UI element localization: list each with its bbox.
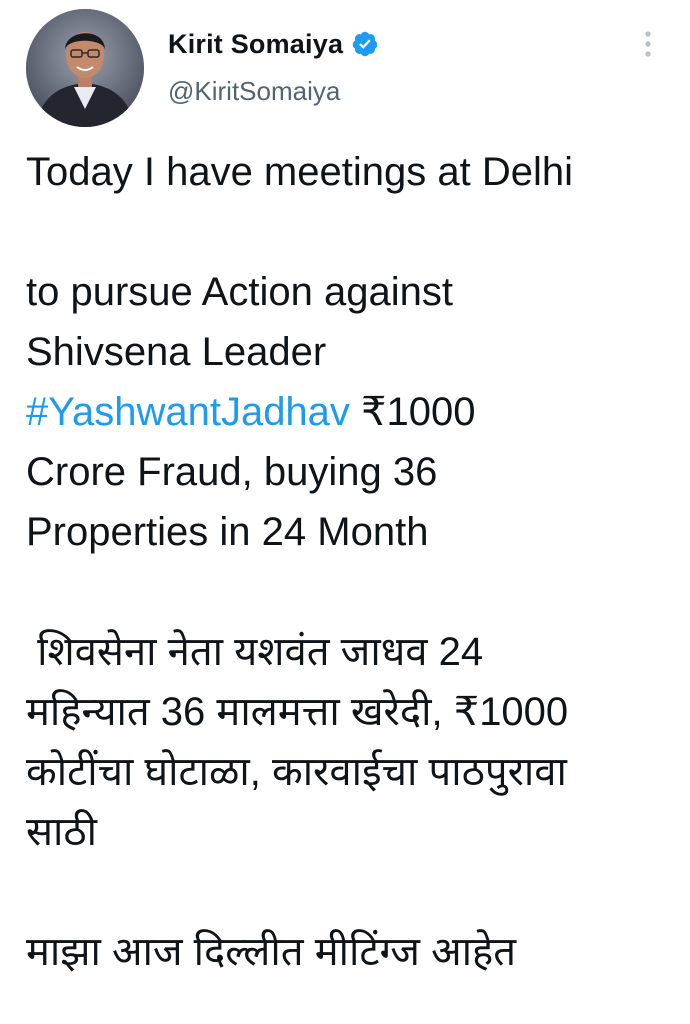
tweet-line-marathi: माझा आज दिल्लीत मीटिंग्ज आहेत bbox=[26, 930, 517, 974]
hashtag-link[interactable]: #YashwantJadhav bbox=[26, 390, 350, 434]
tweet-line: to pursue Action against bbox=[26, 270, 453, 314]
tweet-line: Today I have meetings at Delhi bbox=[26, 150, 573, 194]
tweet-line: Shivsena Leader bbox=[26, 330, 327, 374]
user-handle[interactable]: @KiritSomaiya bbox=[168, 76, 379, 107]
avatar-image bbox=[26, 9, 144, 127]
tweet-text: Today I have meetings at Delhi to pursue… bbox=[26, 142, 676, 982]
tweet-line-marathi: कोटींचा घोटाळा, कारवाईचा पाठपुरावा bbox=[26, 750, 567, 794]
tweet-line-hashtag: #YashwantJadhav ₹1000 bbox=[26, 382, 676, 442]
tweet-line: Crore Fraud, buying 36 bbox=[26, 450, 438, 494]
tweet-line-marathi: शिवसेना नेता यशवंत जाधव 24 bbox=[26, 630, 484, 674]
tweet-header: Kirit Somaiya @KiritSomaiya bbox=[0, 0, 690, 130]
avatar[interactable] bbox=[26, 9, 144, 127]
name-row: Kirit Somaiya bbox=[168, 24, 379, 64]
amount-text: ₹1000 bbox=[349, 390, 476, 434]
display-name[interactable]: Kirit Somaiya bbox=[168, 29, 343, 60]
author-block: Kirit Somaiya @KiritSomaiya bbox=[168, 24, 379, 107]
tweet-line: Properties in 24 Month bbox=[26, 510, 429, 554]
tweet-line-marathi: महिन्यात 36 मालमत्ता खरेदी, ₹1000 bbox=[26, 690, 569, 734]
tweet-line-marathi: साठी bbox=[26, 810, 97, 854]
verified-badge-icon bbox=[351, 30, 379, 58]
more-vertical-icon[interactable] bbox=[633, 26, 663, 62]
tweet: Kirit Somaiya @KiritSomaiya Today I have… bbox=[0, 0, 690, 1024]
